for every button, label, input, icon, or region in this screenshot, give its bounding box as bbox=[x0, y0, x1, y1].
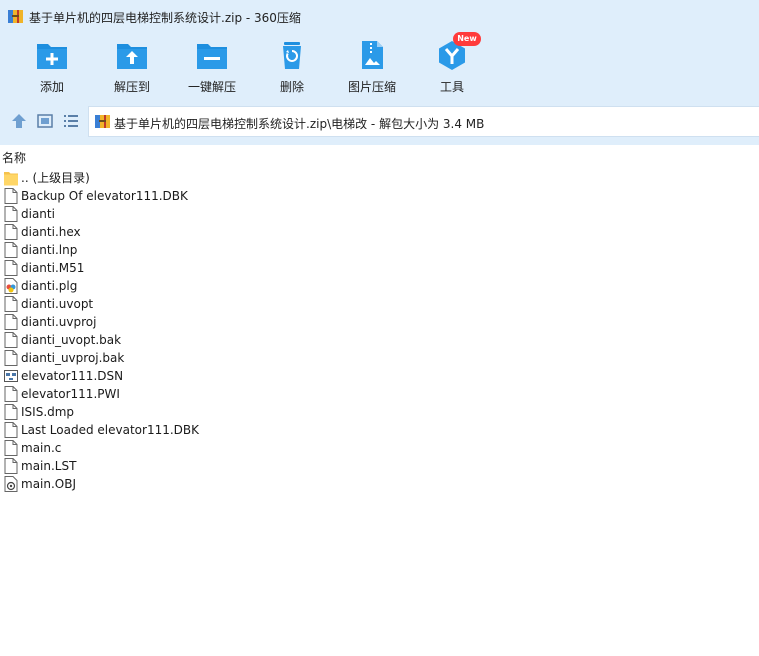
file-icon bbox=[4, 260, 18, 276]
file-icon bbox=[4, 422, 18, 438]
plg-file-icon bbox=[4, 278, 18, 294]
list-item[interactable]: dianti.M51 bbox=[0, 259, 759, 277]
list-view-icon[interactable] bbox=[62, 112, 80, 130]
list-item[interactable]: dianti.lnp bbox=[0, 241, 759, 259]
folder-icon bbox=[4, 172, 18, 186]
one-click-extract-icon bbox=[197, 44, 227, 69]
extract-to-icon bbox=[117, 44, 147, 69]
file-name: Backup Of elevator111.DBK bbox=[21, 189, 188, 203]
thumbnail-view-icon[interactable] bbox=[36, 112, 54, 130]
file-icon bbox=[4, 386, 18, 402]
image-compress-button[interactable]: 图片压缩 bbox=[332, 36, 412, 98]
file-name: dianti_uvopt.bak bbox=[21, 333, 122, 347]
zip-archive-icon bbox=[8, 10, 23, 23]
file-icon bbox=[4, 314, 18, 330]
file-name: Last Loaded elevator111.DBK bbox=[21, 423, 200, 437]
path-text: 基于单片机的四层电梯控制系统设计.zip\电梯改 - 解包大小为 3.4 MB bbox=[114, 117, 485, 131]
one-click-extract-button[interactable]: 一键解压 bbox=[172, 36, 252, 98]
extract-to-button[interactable]: 解压到 bbox=[92, 36, 172, 98]
list-item[interactable]: dianti.uvproj bbox=[0, 313, 759, 331]
zip-archive-icon bbox=[95, 115, 110, 128]
obj-file-icon bbox=[4, 476, 18, 492]
list-item[interactable]: main.LST bbox=[0, 457, 759, 475]
image-compress-button-label: 图片压缩 bbox=[347, 80, 396, 94]
delete-button-label: 删除 bbox=[279, 80, 304, 94]
list-item[interactable]: Last Loaded elevator111.DBK bbox=[0, 421, 759, 439]
delete-bin-icon bbox=[283, 42, 301, 69]
file-name: main.OBJ bbox=[21, 477, 77, 491]
file-name: dianti_uvproj.bak bbox=[21, 351, 125, 365]
file-name: main.c bbox=[21, 441, 62, 455]
list-item[interactable]: Backup Of elevator111.DBK bbox=[0, 187, 759, 205]
file-name: dianti bbox=[21, 207, 55, 221]
file-name: dianti.uvproj bbox=[21, 315, 97, 329]
file-name: dianti.M51 bbox=[21, 261, 85, 275]
file-name: dianti.plg bbox=[21, 279, 78, 293]
list-item[interactable]: dianti.uvopt bbox=[0, 295, 759, 313]
file-icon bbox=[4, 224, 18, 240]
file-icon bbox=[4, 350, 18, 366]
image-compress-icon bbox=[362, 41, 383, 69]
file-icon bbox=[4, 332, 18, 348]
file-name: .. (上级目录) bbox=[21, 171, 90, 185]
list-item[interactable]: elevator111.PWI bbox=[0, 385, 759, 403]
file-name: dianti.lnp bbox=[21, 243, 78, 257]
title-bar: 基于单片机的四层电梯控制系统设计.zip - 360压缩 bbox=[0, 0, 759, 32]
extract-to-button-label: 解压到 bbox=[113, 80, 150, 94]
tools-button-label: 工具 bbox=[439, 80, 464, 94]
column-header-label: 名称 bbox=[2, 151, 27, 165]
file-icon bbox=[4, 188, 18, 204]
window-title: 基于单片机的四层电梯控制系统设计.zip - 360压缩 bbox=[29, 11, 301, 25]
up-arrow-icon[interactable] bbox=[10, 112, 28, 130]
toolbar: 添加 解压到 一键解压 删除 图片压缩 工具 New bbox=[0, 32, 759, 98]
file-name: ISIS.dmp bbox=[21, 405, 75, 419]
list-item[interactable]: ISIS.dmp bbox=[0, 403, 759, 421]
top-panel: 基于单片机的四层电梯控制系统设计.zip - 360压缩 添加 解压到 一键解压… bbox=[0, 0, 759, 145]
navigation-bar: 基于单片机的四层电梯控制系统设计.zip\电梯改 - 解包大小为 3.4 MB bbox=[0, 106, 759, 137]
list-item[interactable]: dianti.hex bbox=[0, 223, 759, 241]
file-icon bbox=[4, 296, 18, 312]
file-list: .. (上级目录) Backup Of elevator111.DBK dian… bbox=[0, 169, 759, 493]
dsn-file-icon bbox=[4, 370, 18, 382]
list-item[interactable]: dianti bbox=[0, 205, 759, 223]
column-header-name[interactable]: 名称 bbox=[0, 145, 759, 167]
file-icon bbox=[4, 440, 18, 456]
list-item[interactable]: main.OBJ bbox=[0, 475, 759, 493]
add-button[interactable]: 添加 bbox=[12, 36, 92, 98]
delete-button[interactable]: 删除 bbox=[252, 36, 332, 98]
tools-button[interactable]: 工具 bbox=[412, 36, 492, 98]
path-bar[interactable]: 基于单片机的四层电梯控制系统设计.zip\电梯改 - 解包大小为 3.4 MB bbox=[88, 106, 759, 137]
list-item[interactable]: main.c bbox=[0, 439, 759, 457]
new-badge: New bbox=[453, 32, 481, 46]
file-icon bbox=[4, 458, 18, 474]
list-item[interactable]: dianti.plg bbox=[0, 277, 759, 295]
file-icon bbox=[4, 404, 18, 420]
file-name: dianti.hex bbox=[21, 225, 81, 239]
one-click-extract-button-label: 一键解压 bbox=[187, 80, 236, 94]
file-name: main.LST bbox=[21, 459, 77, 473]
file-icon bbox=[4, 206, 18, 222]
add-folder-icon bbox=[37, 44, 67, 69]
list-item[interactable]: dianti_uvproj.bak bbox=[0, 349, 759, 367]
file-name: dianti.uvopt bbox=[21, 297, 94, 311]
add-button-label: 添加 bbox=[39, 80, 64, 94]
list-item[interactable]: elevator111.DSN bbox=[0, 367, 759, 385]
file-name: elevator111.DSN bbox=[21, 369, 124, 383]
list-item[interactable]: dianti_uvopt.bak bbox=[0, 331, 759, 349]
file-name: elevator111.PWI bbox=[21, 387, 120, 401]
list-item-parent-directory[interactable]: .. (上级目录) bbox=[0, 169, 759, 187]
file-icon bbox=[4, 242, 18, 258]
